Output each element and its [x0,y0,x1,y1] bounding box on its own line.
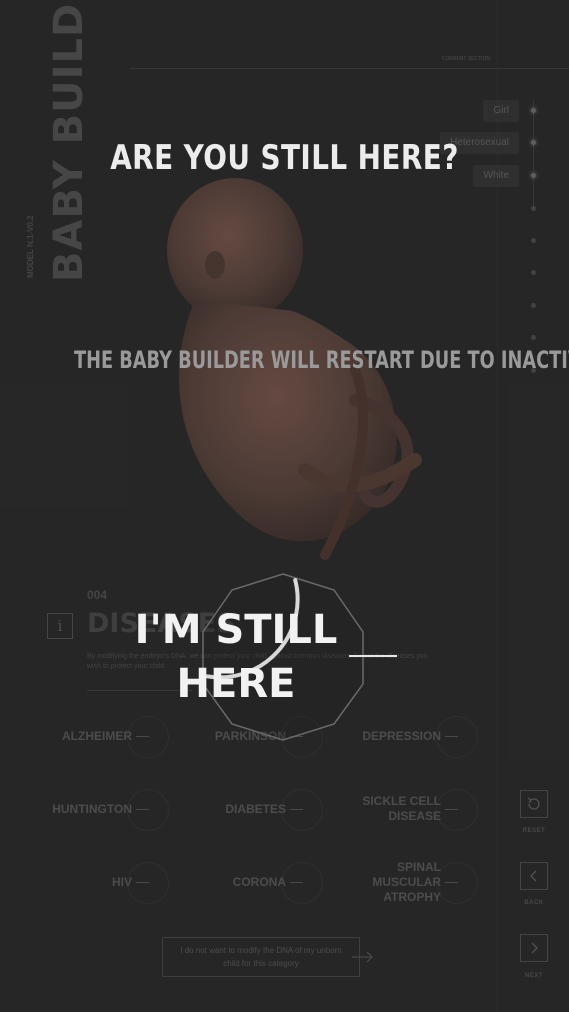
modal-title: ARE YOU STILL HERE? [110,138,459,178]
still-here-button[interactable]: I'M STILL HERE [96,603,376,711]
baby-builder-screen: CURRENT SECTION BABY BUILDER MODEL N.1-V… [0,0,569,1012]
modal-message: THE BABY BUILDER WILL RESTART DUE TO INA… [73,346,569,374]
